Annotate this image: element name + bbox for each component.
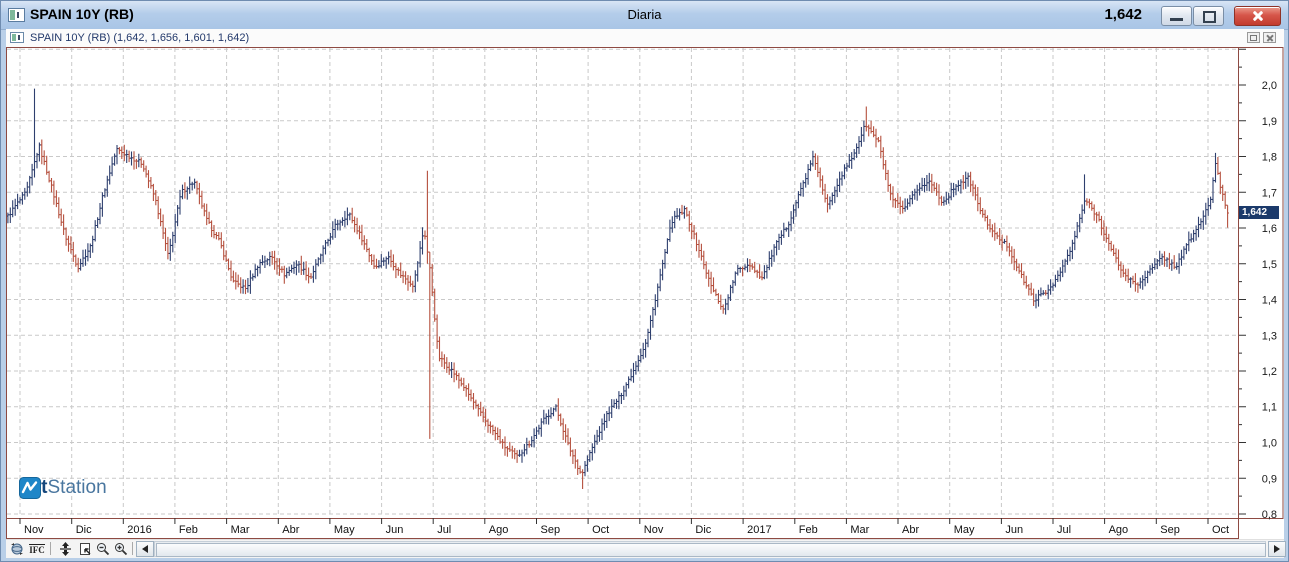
scroll-left-icon[interactable] (136, 541, 154, 557)
horizontal-scrollbar[interactable] (154, 541, 1266, 557)
svg-text:May: May (334, 524, 355, 536)
svg-text:1,3: 1,3 (1262, 330, 1277, 342)
netstation-watermark: netStation (19, 477, 107, 499)
ifc-icon[interactable]: IFC (28, 541, 46, 557)
fit-vertical-icon[interactable] (56, 541, 74, 557)
svg-text:Jul: Jul (1057, 524, 1071, 536)
fit-page-icon[interactable] (76, 541, 94, 557)
svg-text:Feb: Feb (799, 524, 818, 536)
connection-globe-icon[interactable] (8, 541, 26, 557)
bottom-toolbar: IFC (6, 539, 1284, 558)
restore-button[interactable] (1193, 6, 1224, 26)
svg-text:Oct: Oct (592, 524, 609, 536)
toolbar-separator (132, 542, 133, 555)
svg-text:Feb: Feb (179, 524, 198, 536)
svg-text:1,5: 1,5 (1262, 259, 1277, 271)
svg-text:Sep: Sep (541, 524, 561, 536)
svg-text:Jul: Jul (437, 524, 451, 536)
close-button[interactable] (1234, 6, 1281, 26)
svg-text:2017: 2017 (747, 524, 771, 536)
svg-text:1,0: 1,0 (1262, 438, 1277, 450)
timeframe-label: Diaria (1, 7, 1288, 22)
svg-text:Oct: Oct (1212, 524, 1229, 536)
svg-text:Sep: Sep (1160, 524, 1180, 536)
ohlc-svg: 2,01,91,81,71,61,51,41,31,21,11,00,90,8 … (6, 47, 1284, 539)
svg-text:Abr: Abr (282, 524, 299, 536)
chart-window: SPAIN 10Y (RB) Diaria 1,642 SPAIN 10Y (R… (0, 0, 1289, 562)
svg-text:Ago: Ago (489, 524, 509, 536)
svg-text:Dic: Dic (695, 524, 711, 536)
svg-text:1,2: 1,2 (1262, 366, 1277, 378)
netstation-logo-icon (19, 477, 41, 499)
series-ohlc-readout: SPAIN 10Y (RB) (1,642, 1,656, 1,601, 1,6… (30, 32, 249, 44)
minimize-button[interactable] (1161, 6, 1192, 26)
svg-text:Ago: Ago (1109, 524, 1129, 536)
inner-close-icon[interactable] (1263, 32, 1276, 43)
svg-text:2016: 2016 (127, 524, 151, 536)
last-price-tag: 1,642 (1239, 206, 1279, 219)
svg-text:Jun: Jun (386, 524, 404, 536)
scroll-right-icon[interactable] (1268, 541, 1286, 557)
client-area: SPAIN 10Y (RB) (1,642, 1,656, 1,601, 1,6… (6, 29, 1284, 557)
svg-text:Mar: Mar (231, 524, 250, 536)
svg-text:0,8: 0,8 (1262, 509, 1277, 521)
last-price-title: 1,642 (1104, 6, 1142, 23)
scrollbar-thumb[interactable] (156, 543, 1266, 557)
toolbar-separator (50, 542, 51, 555)
svg-text:1,7: 1,7 (1262, 187, 1277, 199)
series-header: SPAIN 10Y (RB) (1,642, 1,656, 1,601, 1,6… (6, 29, 1284, 48)
series-chart-icon (10, 32, 24, 43)
zoom-in-icon[interactable] (112, 541, 130, 557)
zoom-out-icon[interactable] (94, 541, 112, 557)
svg-text:Dic: Dic (76, 524, 92, 536)
svg-text:1,4: 1,4 (1262, 295, 1277, 307)
svg-text:1,9: 1,9 (1262, 116, 1277, 128)
inner-restore-icon[interactable] (1247, 32, 1260, 43)
svg-text:1,6: 1,6 (1262, 223, 1277, 235)
svg-text:Jun: Jun (1005, 524, 1023, 536)
svg-text:Nov: Nov (24, 524, 44, 536)
svg-text:May: May (954, 524, 975, 536)
svg-text:1,1: 1,1 (1262, 402, 1277, 414)
chart-canvas[interactable]: 2,01,91,81,71,61,51,41,31,21,11,00,90,8 … (6, 47, 1284, 539)
svg-text:1,8: 1,8 (1262, 152, 1277, 164)
svg-text:2,0: 2,0 (1262, 80, 1277, 92)
svg-text:0,9: 0,9 (1262, 473, 1277, 485)
svg-text:Nov: Nov (644, 524, 664, 536)
svg-text:Abr: Abr (902, 524, 919, 536)
window-titlebar[interactable]: SPAIN 10Y (RB) Diaria 1,642 (1, 1, 1288, 30)
svg-text:Mar: Mar (850, 524, 869, 536)
